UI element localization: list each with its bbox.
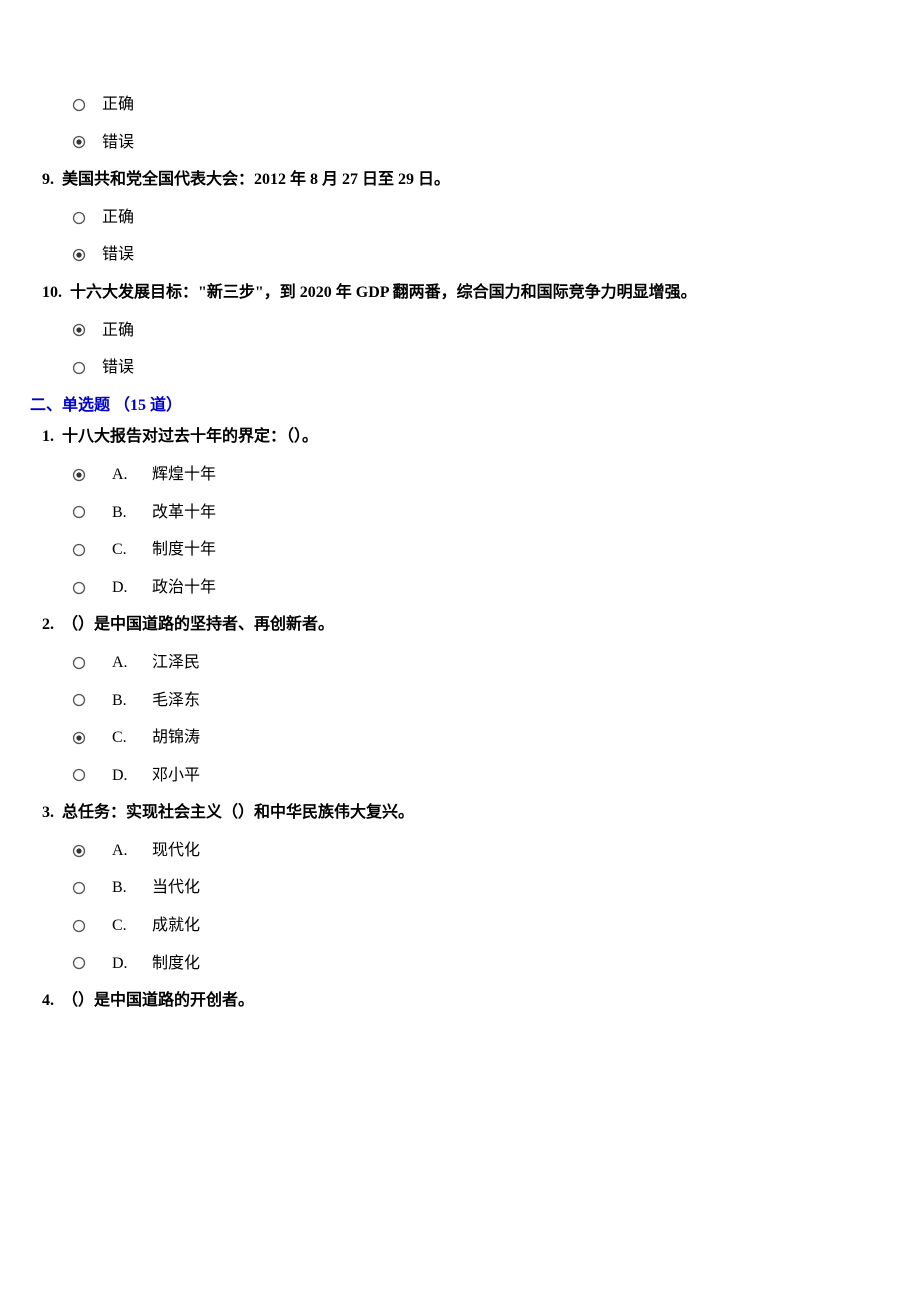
radio-unchecked-icon (72, 543, 86, 557)
mc2-b-letter: B. (112, 688, 152, 714)
mc2-option-c[interactable]: C.胡锦涛 (72, 725, 890, 751)
q9-number: 9. (42, 171, 54, 188)
radio-checked-icon (72, 731, 86, 745)
radio-unchecked-icon (72, 361, 86, 375)
radio-unchecked-icon (72, 768, 86, 782)
mc2-d-letter: D. (112, 763, 152, 789)
tfprev-false-label: 错误 (102, 130, 134, 156)
mc3-d-text: 制度化 (152, 951, 200, 977)
mc1-b-text: 改革十年 (152, 500, 216, 526)
q9-option-false[interactable]: 错误 (72, 242, 890, 268)
q10-number: 10. (42, 284, 62, 301)
mc2-c-letter: C. (112, 725, 152, 751)
mc2-number: 2. (42, 616, 54, 633)
mc3-a-text: 现代化 (152, 838, 200, 864)
mc2-option-b[interactable]: B.毛泽东 (72, 688, 890, 714)
mc2-text: （）是中国道路的坚持者、再创新者。 (62, 616, 334, 633)
mc2-option-a[interactable]: A.江泽民 (72, 650, 890, 676)
q10-stem: 10. 十六大发展目标："新三步"，到 2020 年 GDP 翻两番，综合国力和… (30, 280, 890, 306)
radio-checked-icon (72, 468, 86, 482)
q9-option-true[interactable]: 正确 (72, 205, 890, 231)
radio-unchecked-icon (72, 956, 86, 970)
mc1-option-c[interactable]: C.制度十年 (72, 537, 890, 563)
mc1-option-d[interactable]: D.政治十年 (72, 575, 890, 601)
mc3-c-text: 成就化 (152, 913, 200, 939)
mc1-number: 1. (42, 428, 54, 445)
mc3-text: 总任务：实现社会主义（）和中华民族伟大复兴。 (62, 804, 414, 821)
mc1-d-letter: D. (112, 575, 152, 601)
q10-text: 十六大发展目标："新三步"，到 2020 年 GDP 翻两番，综合国力和国际竞争… (70, 284, 697, 301)
mc2-a-text: 江泽民 (152, 650, 200, 676)
q10-true-label: 正确 (102, 318, 134, 344)
mc1-text: 十八大报告对过去十年的界定：（）。 (62, 428, 318, 445)
mc1-option-b[interactable]: B.改革十年 (72, 500, 890, 526)
mc4-text: （）是中国道路的开创者。 (62, 992, 254, 1009)
mc1-option-a[interactable]: A.辉煌十年 (72, 462, 890, 488)
mc1-a-text: 辉煌十年 (152, 462, 216, 488)
mc2-a-letter: A. (112, 650, 152, 676)
mc2-c-text: 胡锦涛 (152, 725, 200, 751)
tfprev-true-label: 正确 (102, 92, 134, 118)
radio-checked-icon (72, 323, 86, 337)
mc2-option-d[interactable]: D.邓小平 (72, 763, 890, 789)
q10-option-false[interactable]: 错误 (72, 355, 890, 381)
mc3-number: 3. (42, 804, 54, 821)
q9-true-label: 正确 (102, 205, 134, 231)
tfprev-option-false[interactable]: 错误 (72, 130, 890, 156)
mc1-c-text: 制度十年 (152, 537, 216, 563)
mc3-b-letter: B. (112, 875, 152, 901)
mc3-option-b[interactable]: B.当代化 (72, 875, 890, 901)
mc1-a-letter: A. (112, 462, 152, 488)
radio-unchecked-icon (72, 881, 86, 895)
radio-unchecked-icon (72, 505, 86, 519)
radio-unchecked-icon (72, 656, 86, 670)
tfprev-option-true[interactable]: 正确 (72, 92, 890, 118)
mc3-c-letter: C. (112, 913, 152, 939)
mc4-stem: 4. （）是中国道路的开创者。 (30, 988, 890, 1014)
mc1-c-letter: C. (112, 537, 152, 563)
radio-checked-icon (72, 135, 86, 149)
mc4-number: 4. (42, 992, 54, 1009)
q9-stem: 9. 美国共和党全国代表大会：2012 年 8 月 27 日至 29 日。 (30, 167, 890, 193)
q9-false-label: 错误 (102, 242, 134, 268)
radio-unchecked-icon (72, 693, 86, 707)
radio-unchecked-icon (72, 211, 86, 225)
section2-header: 二、单选题 （15 道） (30, 393, 890, 419)
radio-checked-icon (72, 248, 86, 262)
mc1-stem: 1. 十八大报告对过去十年的界定：（）。 (30, 424, 890, 450)
mc2-d-text: 邓小平 (152, 763, 200, 789)
mc3-option-a[interactable]: A.现代化 (72, 838, 890, 864)
q9-text: 美国共和党全国代表大会：2012 年 8 月 27 日至 29 日。 (62, 171, 450, 188)
mc3-option-d[interactable]: D.制度化 (72, 951, 890, 977)
radio-unchecked-icon (72, 581, 86, 595)
mc2-stem: 2. （）是中国道路的坚持者、再创新者。 (30, 612, 890, 638)
mc1-d-text: 政治十年 (152, 575, 216, 601)
mc3-stem: 3. 总任务：实现社会主义（）和中华民族伟大复兴。 (30, 800, 890, 826)
radio-unchecked-icon (72, 919, 86, 933)
mc3-b-text: 当代化 (152, 875, 200, 901)
radio-checked-icon (72, 844, 86, 858)
q10-option-true[interactable]: 正确 (72, 318, 890, 344)
mc3-a-letter: A. (112, 838, 152, 864)
mc3-d-letter: D. (112, 951, 152, 977)
radio-unchecked-icon (72, 98, 86, 112)
q10-false-label: 错误 (102, 355, 134, 381)
mc1-b-letter: B. (112, 500, 152, 526)
mc2-b-text: 毛泽东 (152, 688, 200, 714)
mc3-option-c[interactable]: C.成就化 (72, 913, 890, 939)
